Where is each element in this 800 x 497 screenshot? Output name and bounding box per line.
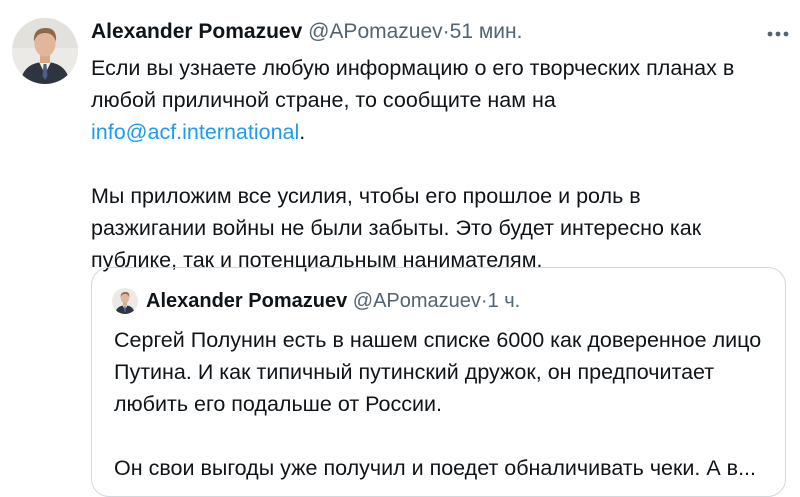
more-options-button[interactable]: [760, 22, 796, 46]
quote-author-avatar[interactable]: [112, 288, 138, 314]
quote-paragraph-1: Сергей Полунин есть в нашем списке 6000 …: [114, 328, 762, 416]
quote-text: Сергей Полунин есть в нашем списке 6000 …: [114, 324, 774, 484]
quote-paragraph-2: Он свои выгоды уже получил и поедет обна…: [114, 456, 757, 480]
author-handle[interactable]: @APomazuev: [308, 20, 443, 43]
quote-author-name: Alexander Pomazuev: [146, 290, 348, 312]
more-horizontal-icon: [767, 31, 789, 37]
tweet-paragraph-2: Мы приложим все усилия, чтобы его прошло…: [91, 184, 702, 272]
timestamp[interactable]: 51 мин.: [450, 20, 523, 43]
quote-timestamp: 1 ч.: [487, 290, 521, 312]
quote-header: Alexander Pomazuev @APomazuev·1 ч.: [146, 287, 520, 315]
tweet-header: Alexander Pomazuev @APomazuev·51 мин.: [91, 18, 522, 46]
dot-separator: ·: [442, 20, 450, 43]
quote-dot-separator: ·: [480, 290, 488, 312]
author-name[interactable]: Alexander Pomazuev: [91, 20, 302, 43]
email-link[interactable]: info@acf.international: [91, 120, 299, 144]
author-avatar[interactable]: [12, 18, 78, 84]
tweet-paragraph-1: Если вы узнаете любую информацию о его т…: [91, 56, 735, 144]
tweet-text: Если вы узнаете любую информацию о его т…: [91, 52, 741, 276]
quoted-tweet-card[interactable]: Alexander Pomazuev @APomazuev·1 ч. Серге…: [91, 267, 786, 497]
quote-author-handle: @APomazuev: [352, 290, 481, 312]
